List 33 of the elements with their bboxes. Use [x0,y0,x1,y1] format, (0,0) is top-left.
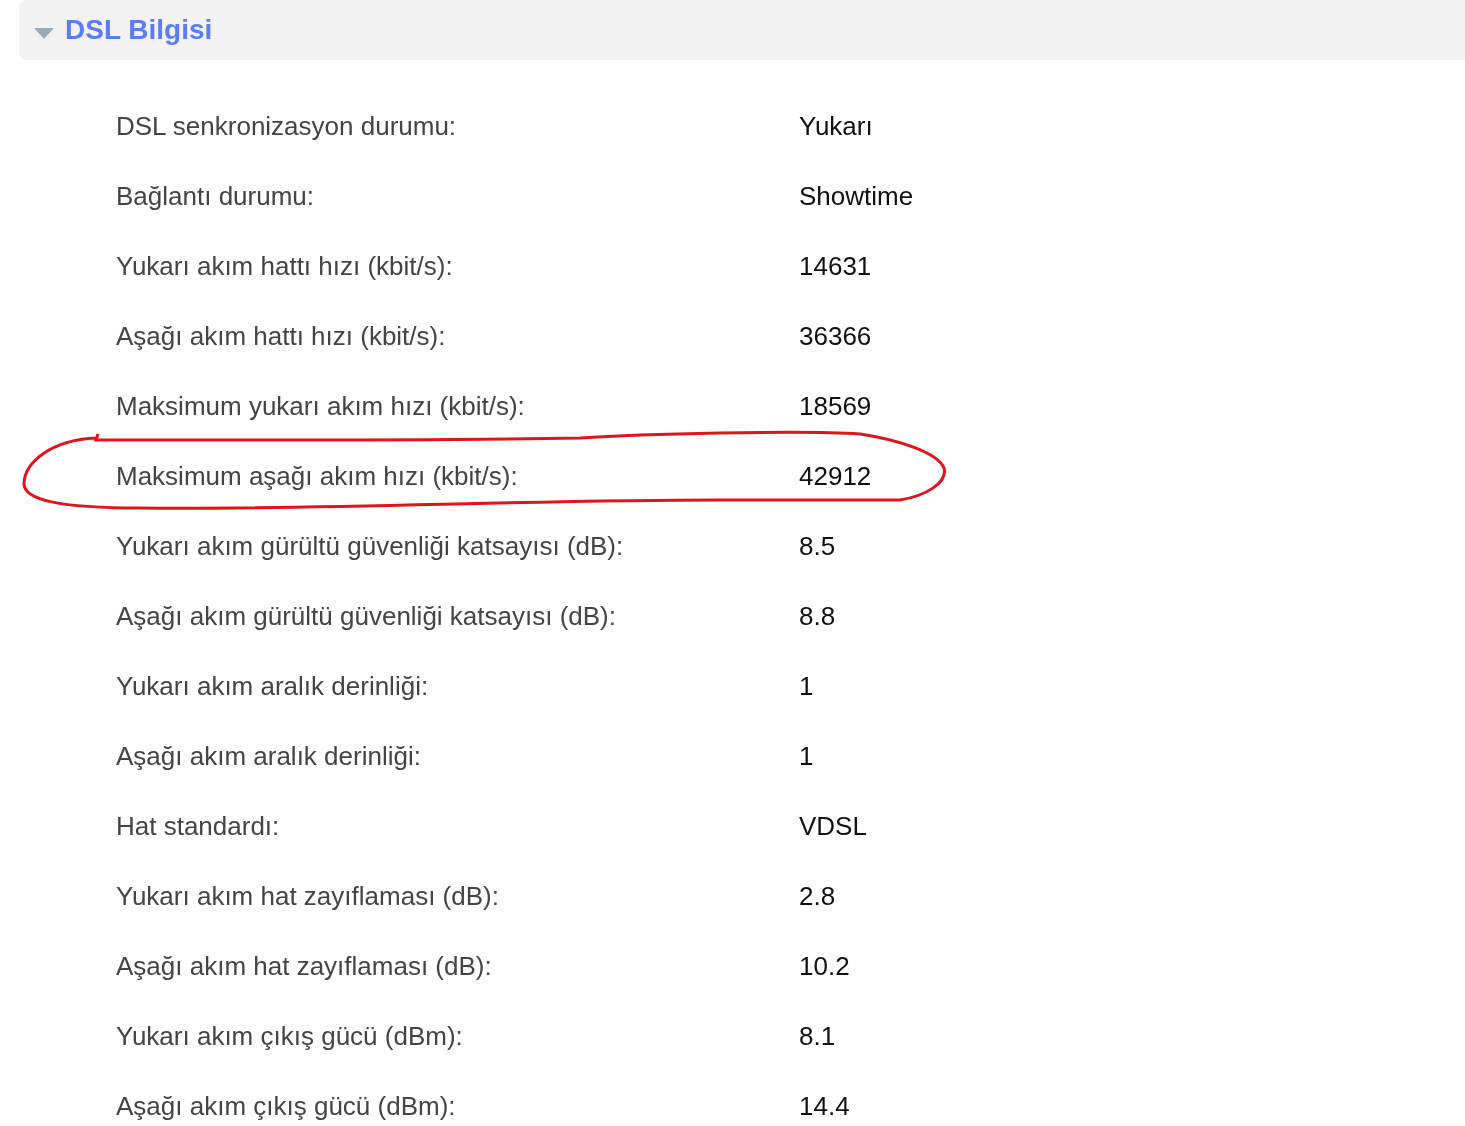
field-label: Yukarı akım gürültü güvenliği katsayısı (dB): [116,530,625,562]
field-label: Yukarı akım aralık derinliği: [116,670,430,702]
field-label: Maksimum aşağı akım hızı (kbit/s): [116,460,519,492]
field-value: Yukarı [799,110,873,142]
field-value: 1 [799,670,814,702]
collapse-triangle-icon[interactable] [34,27,54,39]
section-title[interactable]: DSL Bilgisi [65,14,213,46]
field-label: Aşağı akım gürültü güvenliği katsayısı (dB): [116,600,617,632]
field-value: Showtime [799,180,914,212]
section-header[interactable]: DSL Bilgisi [19,0,1465,60]
field-label: Aşağı akım aralık derinliği: [116,740,422,772]
field-label: Yukarı akım hat zayıflaması (dB): [116,880,500,912]
field-label: DSL senkronizasyon durumu: [116,110,458,142]
field-label: Yukarı akım hattı hızı (kbit/s): [116,250,454,282]
field-label: Hat standardı: [116,810,281,842]
field-label: Bağlantı durumu: [116,180,315,212]
field-label: Yukarı akım çıkış gücü (dBm): [116,1020,464,1052]
field-value: 42912 [799,460,872,492]
field-value: 18569 [799,390,872,422]
field-value: 10.2 [799,950,850,982]
field-value: 14.4 [799,1090,850,1122]
field-value: 36366 [799,320,872,352]
field-value: 8.1 [799,1020,836,1052]
field-value: 8.8 [799,600,836,632]
field-label: Aşağı akım hattı hızı (kbit/s): [116,320,447,352]
field-value: 14631 [799,250,872,282]
field-label: Maksimum yukarı akım hızı (kbit/s): [116,390,526,422]
field-label: Aşağı akım hat zayıflaması (dB): [116,950,493,982]
field-value: 1 [799,740,814,772]
field-value: 2.8 [799,880,836,912]
field-value: VDSL [799,810,867,842]
field-label: Aşağı akım çıkış gücü (dBm): [116,1090,457,1122]
field-value: 8.5 [799,530,836,562]
